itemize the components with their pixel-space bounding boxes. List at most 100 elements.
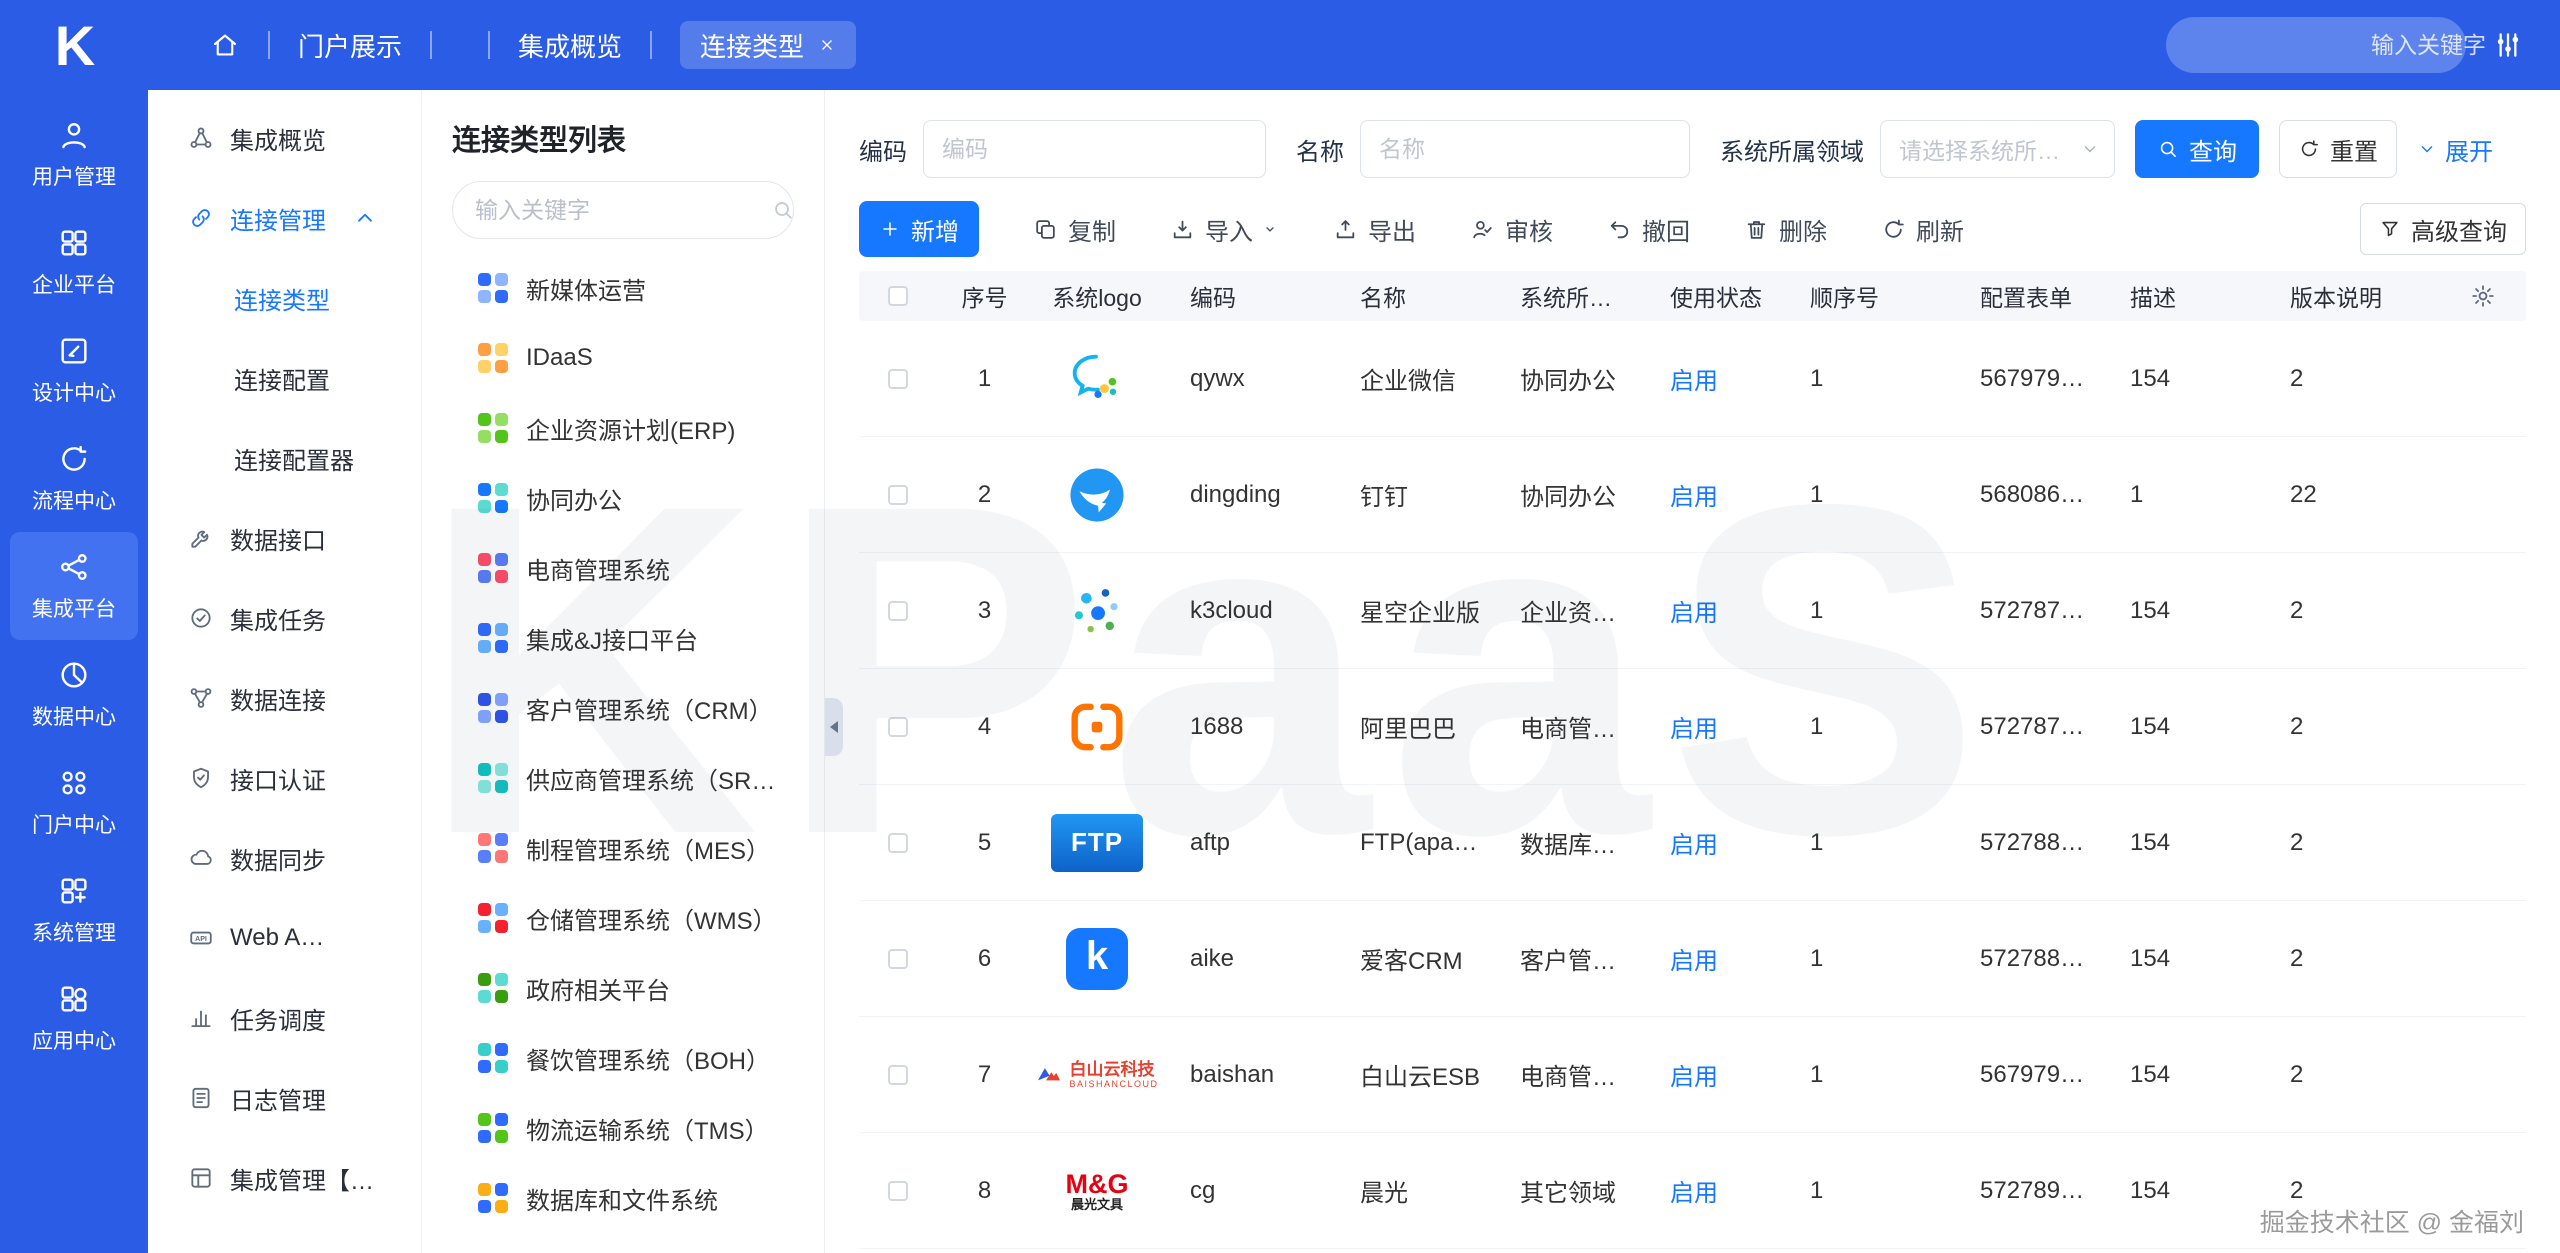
type-search-input[interactable] — [475, 197, 771, 224]
export-action[interactable]: 导出 — [1333, 212, 1416, 247]
sidebar-item-overview[interactable]: 集成概览 — [148, 98, 421, 178]
rail-item-portal[interactable]: 门户中心 — [10, 748, 138, 856]
trash-action[interactable]: 删除 — [1744, 212, 1827, 247]
rail-item-label: 数据中心 — [32, 701, 116, 731]
type-list-item[interactable]: 物流运输系统（TMS） — [452, 1093, 794, 1163]
svg-text:API: API — [195, 936, 207, 943]
sidebar-item-api[interactable]: 数据接口 — [148, 498, 421, 578]
cell-status: 启用 — [1642, 361, 1782, 396]
type-list-item[interactable]: 集成&J接口平台 — [452, 603, 794, 673]
rail-item-process[interactable]: 流程中心 — [10, 424, 138, 532]
type-list-item[interactable]: 新媒体运营 — [452, 253, 794, 323]
sidebar-item-sub-4[interactable]: 连接配置器 — [148, 418, 421, 498]
connection-type-panel: 连接类型列表 新媒体运营IDaaS企业资源计划(ERP)协同办公电商管理系统集成… — [422, 90, 825, 1253]
search-icon — [2157, 138, 2179, 160]
type-list-item[interactable]: 供应商管理系统（SR… — [452, 743, 794, 813]
type-list-item[interactable]: 协同办公 — [452, 463, 794, 533]
type-list-item[interactable]: 电商管理系统 — [452, 533, 794, 603]
logo-ftp-icon: FTP — [1032, 814, 1162, 872]
query-button[interactable]: 查询 — [2135, 120, 2259, 178]
close-icon[interactable] — [818, 36, 836, 54]
home-icon[interactable] — [210, 30, 240, 60]
rail-item-label: 系统管理 — [32, 917, 116, 947]
topnav-item[interactable]: 门户展示 — [298, 27, 402, 64]
expand-toggle[interactable]: 展开 — [2417, 132, 2493, 167]
domain-select[interactable]: 请选择系统所属… — [1880, 120, 2115, 178]
chevron-up-icon — [352, 205, 378, 231]
row-checkbox[interactable] — [888, 485, 908, 505]
sidebar-item-sub-3[interactable]: 连接配置 — [148, 338, 421, 418]
type-list-item[interactable]: 全渠道新零售 — [452, 1233, 794, 1253]
sidebar-item-connect[interactable]: 数据连接 — [148, 658, 421, 738]
undo-action[interactable]: 撤回 — [1607, 212, 1690, 247]
chevron-down-icon — [2417, 139, 2437, 159]
rail-item-user[interactable]: 用户管理 — [10, 100, 138, 208]
rail-item-apps[interactable]: 应用中心 — [10, 964, 138, 1072]
type-list-item[interactable]: 企业资源计划(ERP) — [452, 393, 794, 463]
sidebar-item-sub-2[interactable]: 连接类型 — [148, 258, 421, 338]
type-list-item[interactable]: 数据库和文件系统 — [452, 1163, 794, 1233]
row-checkbox[interactable] — [888, 1181, 908, 1201]
name-input[interactable] — [1360, 120, 1690, 178]
primary-nav-rail: K 用户管理企业平台设计中心流程中心集成平台数据中心门户中心系统管理应用中心 — [0, 0, 148, 1253]
table-row: 8M&G晨光文具cg晨光其它领域启用157278914…1542 — [859, 1133, 2526, 1249]
rail-item-system[interactable]: 系统管理 — [10, 856, 138, 964]
design-icon — [57, 334, 91, 368]
panel-collapse-handle[interactable] — [825, 698, 843, 756]
rail-item-integration[interactable]: 集成平台 — [10, 532, 138, 640]
cell-order: 1 — [1782, 945, 1952, 973]
add-button[interactable]: 新增 — [859, 201, 979, 257]
cell-name: 阿里巴巴 — [1332, 709, 1492, 744]
row-checkbox[interactable] — [888, 717, 908, 737]
reset-button[interactable]: 重置 — [2279, 120, 2397, 178]
type-list-item[interactable]: IDaaS — [452, 323, 794, 393]
row-checkbox[interactable] — [888, 1065, 908, 1085]
refresh-action[interactable]: 刷新 — [1881, 212, 1964, 247]
sidebar-item-link[interactable]: 连接管理 — [148, 178, 421, 258]
type-item-label: 仓储管理系统（WMS） — [526, 901, 777, 936]
import-action[interactable]: 导入 — [1170, 212, 1279, 247]
collapse-left-arrow-icon — [824, 721, 838, 733]
sidebar-item-sync[interactable]: 数据同步 — [148, 818, 421, 898]
row-checkbox[interactable] — [888, 833, 908, 853]
sidebar-item-log[interactable]: 日志管理 — [148, 1058, 421, 1138]
tune-filter-icon[interactable] — [2492, 29, 2524, 61]
rail-item-design[interactable]: 设计中心 — [10, 316, 138, 424]
add-button-label: 新增 — [911, 212, 959, 247]
rail-item-pie[interactable]: 数据中心 — [10, 640, 138, 748]
cell-name: FTP(apac… — [1332, 829, 1492, 857]
advanced-query-label: 高级查询 — [2411, 212, 2507, 247]
gear-icon[interactable] — [2470, 283, 2496, 309]
rail-item-grid[interactable]: 企业平台 — [10, 208, 138, 316]
type-list-item[interactable]: 客户管理系统（CRM） — [452, 673, 794, 743]
type-list-item[interactable]: 餐饮管理系统（BOH） — [452, 1023, 794, 1093]
audit-action[interactable]: 审核 — [1470, 212, 1553, 247]
cell-name: 晨光 — [1332, 1173, 1492, 1208]
topnav-item[interactable]: 集成概览 — [518, 27, 622, 64]
code-input[interactable] — [923, 120, 1266, 178]
tab-connection-type[interactable]: 连接类型 — [680, 21, 856, 69]
copy-action[interactable]: 复制 — [1033, 212, 1116, 247]
cell-code: 1688 — [1162, 713, 1332, 741]
topbar-search[interactable] — [2166, 17, 2466, 73]
type-list-item[interactable]: 仓储管理系统（WMS） — [452, 883, 794, 953]
sidebar-item-task[interactable]: 集成任务 — [148, 578, 421, 658]
row-checkbox[interactable] — [888, 369, 908, 389]
sidebar-item-webapi[interactable]: APIWeb A… — [148, 898, 421, 978]
advanced-query-button[interactable]: 高级查询 — [2360, 203, 2526, 255]
row-checkbox[interactable] — [888, 949, 908, 969]
cell-name: 星空企业版 — [1332, 593, 1492, 628]
row-checkbox[interactable] — [888, 601, 908, 621]
export-icon — [1333, 217, 1358, 242]
sidebar-item-auth[interactable]: 接口认证 — [148, 738, 421, 818]
user-icon — [57, 118, 91, 152]
sidebar-item-schedule[interactable]: 任务调度 — [148, 978, 421, 1058]
select-all-checkbox[interactable] — [888, 286, 908, 306]
type-list-item[interactable]: 制程管理系统（MES） — [452, 813, 794, 883]
type-list-item[interactable]: 政府相关平台 — [452, 953, 794, 1023]
cell-order: 1 — [1782, 713, 1952, 741]
sidebar-item-label: 集成任务 — [230, 601, 326, 636]
topbar-search-input[interactable] — [2166, 32, 2510, 59]
type-search[interactable] — [452, 181, 794, 239]
sidebar-item-manage[interactable]: 集成管理【… — [148, 1138, 421, 1218]
